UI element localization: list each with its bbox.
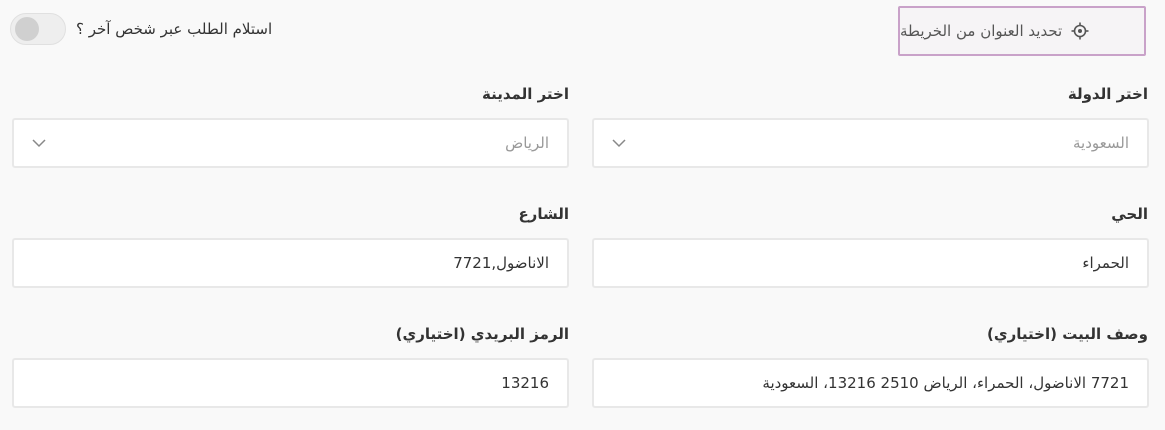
house-description-value: 7721 الاناضول، الحمراء، الرياض 2510 1321… xyxy=(762,374,1129,392)
street-value: الاناضول,7721 xyxy=(453,254,549,272)
city-select[interactable]: الرياض xyxy=(12,118,569,168)
map-button-label: تحديد العنوان من الخريطة xyxy=(900,22,1063,40)
country-label: اختر الدولة xyxy=(1067,85,1148,103)
postal-code-value: 13216 xyxy=(501,374,549,392)
district-input[interactable]: الحمراء xyxy=(592,238,1149,288)
street-input[interactable]: الاناضول,7721 xyxy=(12,238,569,288)
receive-by-other-person-row: استلام الطلب عبر شخص آخر ؟ xyxy=(10,12,272,46)
chevron-down-icon xyxy=(32,136,46,150)
chevron-down-icon xyxy=(612,136,626,150)
country-selected-value: السعودية xyxy=(1072,134,1129,152)
house-description-input[interactable]: 7721 الاناضول، الحمراء، الرياض 2510 1321… xyxy=(592,358,1149,408)
street-label: الشارع xyxy=(518,205,569,223)
district-value: الحمراء xyxy=(1082,254,1129,272)
city-selected-value: الرياض xyxy=(505,134,549,152)
postal-code-input[interactable]: 13216 xyxy=(12,358,569,408)
postal-code-label: الرمز البريدي (اختياري) xyxy=(395,325,569,343)
house-description-label: وصف البيت (اختياري) xyxy=(987,325,1148,343)
receive-by-other-person-toggle[interactable] xyxy=(10,13,66,45)
country-select[interactable]: السعودية xyxy=(592,118,1149,168)
city-label: اختر المدينة xyxy=(482,85,569,103)
location-target-icon xyxy=(1070,21,1090,41)
receive-by-other-person-label: استلام الطلب عبر شخص آخر ؟ xyxy=(76,20,273,38)
district-label: الحي xyxy=(1111,205,1148,223)
toggle-knob xyxy=(15,17,39,41)
select-address-from-map-button[interactable]: تحديد العنوان من الخريطة xyxy=(898,6,1146,56)
